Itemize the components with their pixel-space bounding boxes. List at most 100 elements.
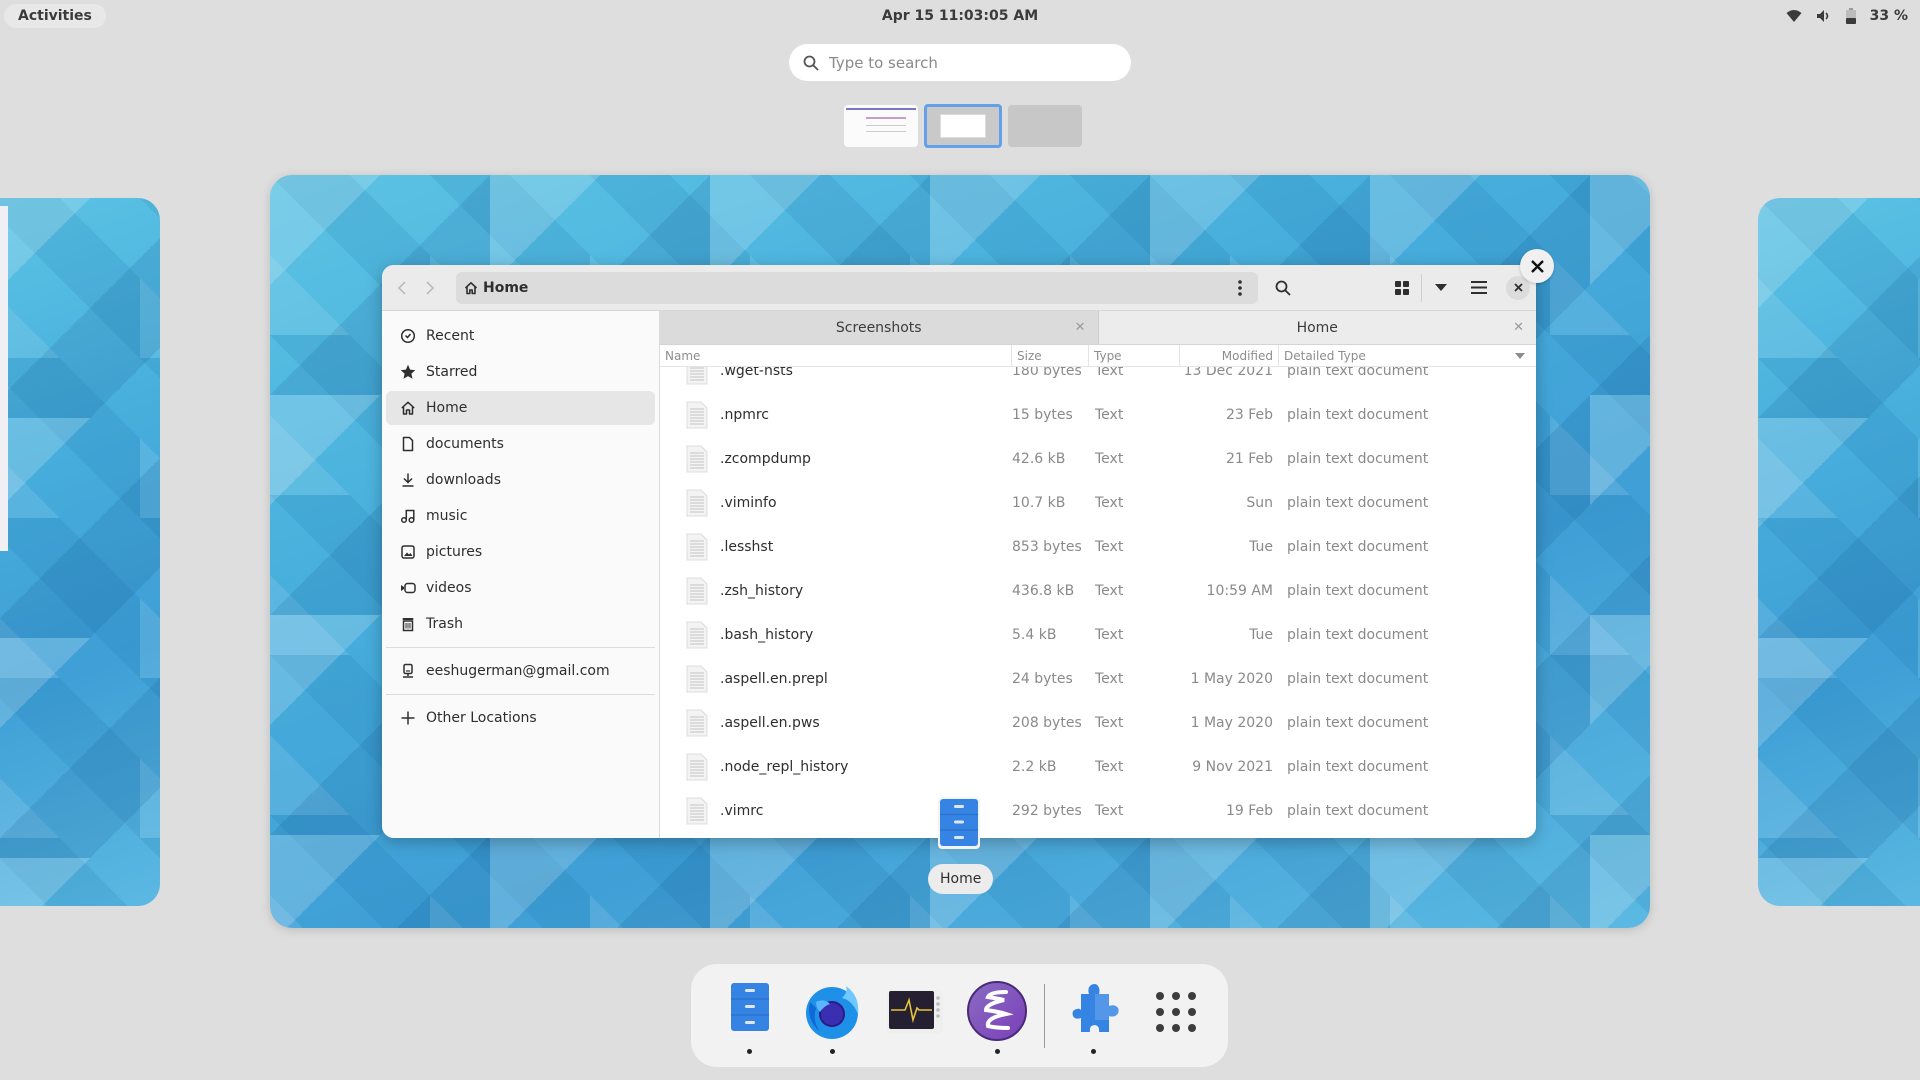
sidebar-item-pictures[interactable]: pictures <box>386 535 655 569</box>
main-menu-button[interactable] <box>1462 271 1496 305</box>
text-file-icon <box>686 665 708 693</box>
sidebar-item-music[interactable]: music <box>386 499 655 533</box>
workspace-next[interactable] <box>1758 198 1920 906</box>
music-icon <box>400 509 415 524</box>
system-tray[interactable]: 33 % <box>1786 8 1908 24</box>
sidebar-divider <box>386 694 655 695</box>
file-size: 2.2 kB <box>1012 759 1057 775</box>
battery-percentage: 33 % <box>1869 8 1908 24</box>
text-file-icon <box>686 797 708 825</box>
search-input[interactable] <box>829 53 1109 72</box>
files-window[interactable]: Home Recent Starred Home documents downl… <box>382 265 1536 838</box>
file-row[interactable]: .vimrc 292 bytes Text 19 Feb plain text docu… <box>660 789 1536 833</box>
file-row[interactable]: .viminfo 10.7 kB Text Sun plain text documen… <box>660 481 1536 525</box>
dock-item-firefox[interactable] <box>801 976 862 1056</box>
column-options-arrow-icon[interactable] <box>1515 352 1525 359</box>
file-row[interactable]: .wget-hsts 180 bytes Text 13 Dec 2021 plain … <box>660 367 1536 393</box>
running-indicator <box>994 1048 1000 1054</box>
file-size: 208 bytes <box>1012 715 1082 731</box>
column-header-type[interactable]: Type <box>1089 345 1180 366</box>
path-bar[interactable]: Home <box>456 271 1258 304</box>
chevron-right-icon <box>426 280 435 295</box>
file-row[interactable]: .bash_history 5.4 kB Text Tue plain text doc… <box>660 613 1536 657</box>
file-row[interactable]: .zsh_history 436.8 kB Text 10:59 AM plain te… <box>660 569 1536 613</box>
file-name: .aspell.en.prepl <box>720 671 828 687</box>
grid-icon <box>1395 280 1409 295</box>
overview-search[interactable] <box>789 44 1131 81</box>
tab-bar: Screenshots ✕ Home ✕ <box>660 311 1536 345</box>
extensions-icon <box>1072 983 1119 1032</box>
activities-button[interactable]: Activities <box>4 4 106 28</box>
file-type: Text <box>1095 539 1124 555</box>
overview-close-window-button[interactable] <box>1520 249 1554 283</box>
file-modified: Sun <box>1246 495 1273 511</box>
close-icon <box>1530 259 1544 273</box>
workspace-thumbnail-active[interactable] <box>924 104 1002 148</box>
sidebar-divider <box>386 647 655 648</box>
sidebar-item-label: Recent <box>426 328 475 344</box>
running-indicator <box>747 1048 753 1054</box>
file-type: Text <box>1095 671 1124 687</box>
show-applications-button[interactable] <box>1146 976 1207 1056</box>
file-row[interactable]: .node_repl_history 2.2 kB Text 9 Nov 2021 pl… <box>660 745 1536 789</box>
tab-close-icon[interactable]: ✕ <box>1075 320 1086 335</box>
workspace-previous[interactable] <box>0 198 160 906</box>
file-row[interactable]: .aspell.en.pws 208 bytes Text 1 May 2020 pla… <box>660 701 1536 745</box>
forward-button[interactable] <box>416 273 444 303</box>
workspace-thumbnail[interactable] <box>844 105 918 147</box>
file-row[interactable]: .npmrc 15 bytes Text 23 Feb plain text docum… <box>660 393 1536 437</box>
column-header-size[interactable]: Size <box>1012 345 1089 366</box>
file-name: .zcompdump <box>720 451 811 467</box>
column-header-modified[interactable]: Modified <box>1180 345 1279 366</box>
sidebar-item-other-locations[interactable]: Other Locations <box>386 701 655 735</box>
plus-icon <box>401 711 415 725</box>
column-header-detailed-type[interactable]: Detailed Type <box>1279 345 1536 366</box>
grid-view-button[interactable] <box>1385 271 1419 305</box>
file-row[interactable]: .aspell.en.prepl 24 bytes Text 1 May 2020 pl… <box>660 657 1536 701</box>
file-size: 24 bytes <box>1012 671 1073 687</box>
close-icon <box>1513 283 1523 292</box>
dock-item-files[interactable] <box>719 976 780 1056</box>
tab-screenshots[interactable]: Screenshots ✕ <box>660 311 1099 344</box>
sidebar-item-starred[interactable]: Starred <box>386 355 655 389</box>
text-file-icon <box>686 709 708 737</box>
dock-item-emacs[interactable] <box>966 976 1028 1056</box>
sidebar-item-label: downloads <box>426 472 501 488</box>
file-row[interactable]: .lesshst 853 bytes Text Tue plain text docum… <box>660 525 1536 569</box>
sidebar-item-videos[interactable]: videos <box>386 571 655 605</box>
search-button[interactable] <box>1266 271 1300 305</box>
path-menu-button[interactable] <box>1230 275 1250 301</box>
search-icon <box>803 55 819 71</box>
picture-icon <box>401 545 415 559</box>
file-row[interactable]: .zcompdump 42.6 kB Text 21 Feb plain text do… <box>660 437 1536 481</box>
file-size: 42.6 kB <box>1012 451 1066 467</box>
clock[interactable]: Apr 15 11:03:05 AM <box>882 8 1038 24</box>
sidebar-item-label: Trash <box>426 616 463 632</box>
window-preview-peek <box>0 206 8 551</box>
sidebar-item-home[interactable]: Home <box>386 391 655 425</box>
workspace-thumbnail[interactable] <box>1008 105 1082 147</box>
sidebar-item-online-account[interactable]: eeshugerman@gmail.com <box>386 654 655 688</box>
dock-item-extensions[interactable] <box>1063 976 1124 1056</box>
sidebar-item-trash[interactable]: Trash <box>386 607 655 641</box>
sidebar-item-documents[interactable]: documents <box>386 427 655 461</box>
tab-close-icon[interactable]: ✕ <box>1513 320 1524 335</box>
file-list[interactable]: .wget-hsts 180 bytes Text 13 Dec 2021 plain … <box>660 367 1536 838</box>
sidebar-item-downloads[interactable]: downloads <box>386 463 655 497</box>
places-sidebar: Recent Starred Home documents downloads … <box>382 311 660 838</box>
view-options-button[interactable] <box>1424 271 1458 305</box>
tab-home[interactable]: Home ✕ <box>1098 311 1536 344</box>
column-header-name[interactable]: Name <box>660 345 1012 366</box>
file-type: Text <box>1095 715 1124 731</box>
back-button[interactable] <box>388 273 416 303</box>
download-icon <box>402 473 414 487</box>
header-bar: Home <box>382 265 1536 311</box>
column-header-row: Name Size Type Modified Detailed Type <box>660 345 1536 367</box>
text-file-icon <box>686 445 708 473</box>
file-type: Text <box>1095 803 1124 819</box>
dock-item-system-monitor[interactable] <box>884 976 945 1056</box>
file-detailed-type: plain text document <box>1287 759 1429 775</box>
sidebar-item-recent[interactable]: Recent <box>386 319 655 353</box>
file-detailed-type: plain text document <box>1287 451 1429 467</box>
breadcrumb-home[interactable]: Home <box>464 280 528 296</box>
